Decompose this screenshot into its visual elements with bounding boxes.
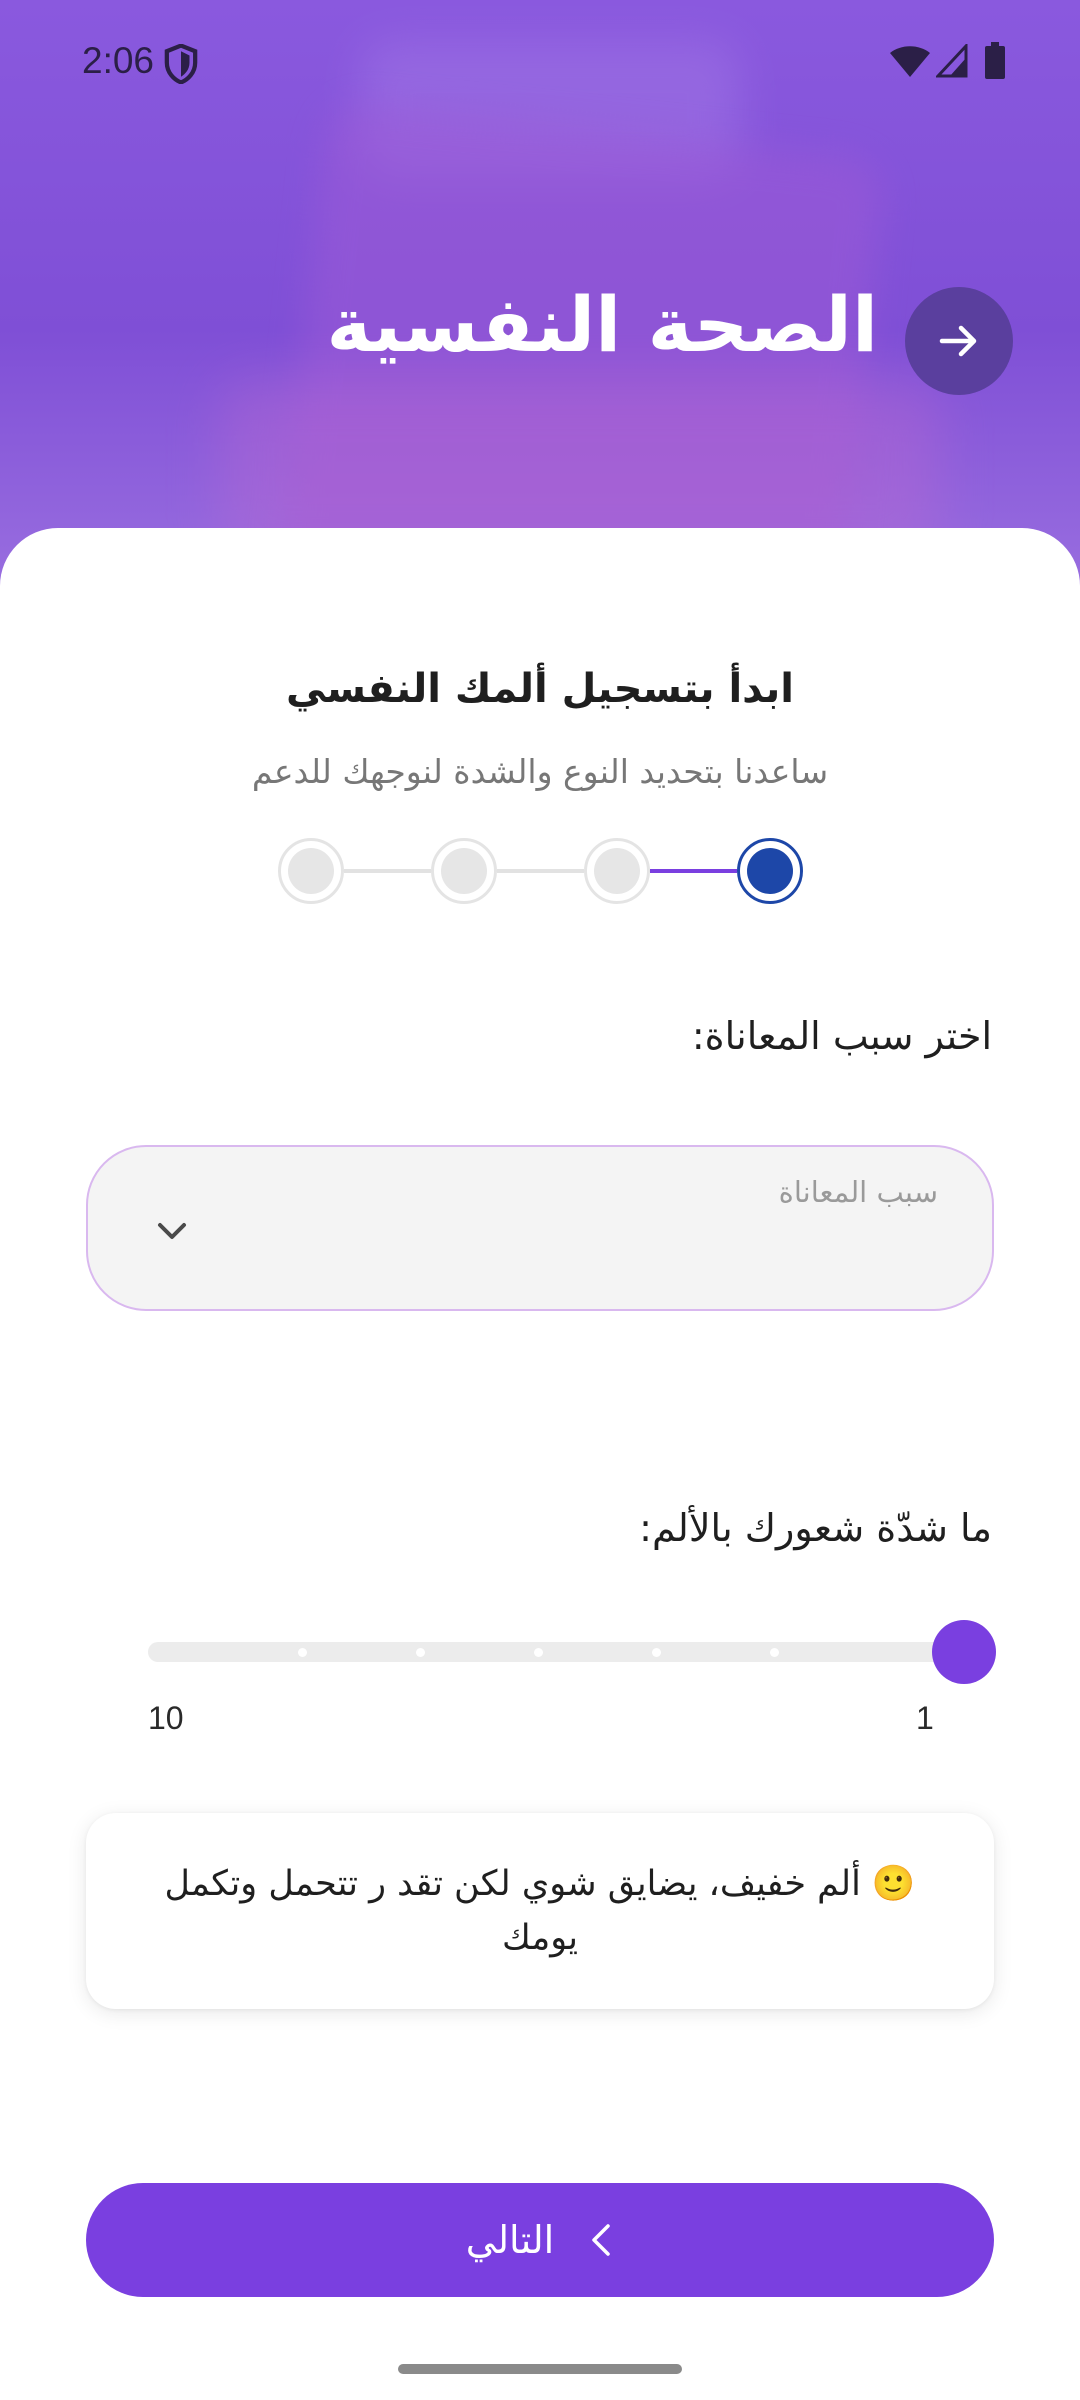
slider-thumb[interactable]: [932, 1620, 996, 1684]
slider-track[interactable]: [148, 1642, 968, 1662]
next-button[interactable]: التالي: [86, 2183, 994, 2297]
home-indicator[interactable]: [398, 2364, 682, 2374]
intensity-feedback-text: 🙂 ألم خفيف، يضايق شوي لكن تقد ر تتحمل وت…: [164, 1864, 916, 1958]
intro-subtitle: ساعدنا بتحديد النوع والشدة لنوجهك للدعم: [251, 752, 829, 791]
intro-title: ابدأ بتسجيل ألمك النفسي: [285, 666, 795, 712]
intensity-feedback-card: 🙂 ألم خفيف، يضايق شوي لكن تقد ر تتحمل وت…: [86, 1813, 994, 2009]
back-button[interactable]: [905, 287, 1013, 395]
reason-dropdown[interactable]: سبب المعاناة: [86, 1145, 994, 1311]
shield-icon: [164, 44, 198, 84]
slider-max-label: 10: [148, 1700, 184, 1736]
reason-placeholder: سبب المعاناة: [778, 1175, 938, 1209]
signal-icon: [936, 44, 968, 78]
step-2: [584, 838, 650, 904]
step-4: [278, 838, 344, 904]
status-time: 2:06: [82, 40, 155, 81]
step-3: [431, 838, 497, 904]
status-bar: 2:06: [0, 0, 1080, 126]
battery-icon: [985, 42, 1005, 79]
intensity-slider[interactable]: [148, 1620, 996, 1686]
mental-health-screen: 2:06 الصحة النفسية ابدأ بتسجيل ألمك النف…: [0, 0, 1080, 2400]
intensity-label: ما شدّة شعورك بالألم:: [639, 1506, 992, 1550]
next-button-label: التالي: [465, 2218, 555, 2262]
reason-label: اختر سبب المعاناة:: [691, 1014, 992, 1058]
content-sheet: [0, 528, 1080, 2400]
chevron-left-icon: [592, 2224, 610, 2256]
progress-stepper: [278, 838, 803, 904]
step-1-current: [737, 838, 803, 904]
chevron-down-icon: [158, 1223, 186, 1239]
wifi-icon: [890, 46, 930, 77]
page-title: الصحة النفسية: [326, 280, 878, 369]
arrow-right-icon: [939, 325, 977, 357]
slider-min-label: 1: [916, 1700, 934, 1736]
